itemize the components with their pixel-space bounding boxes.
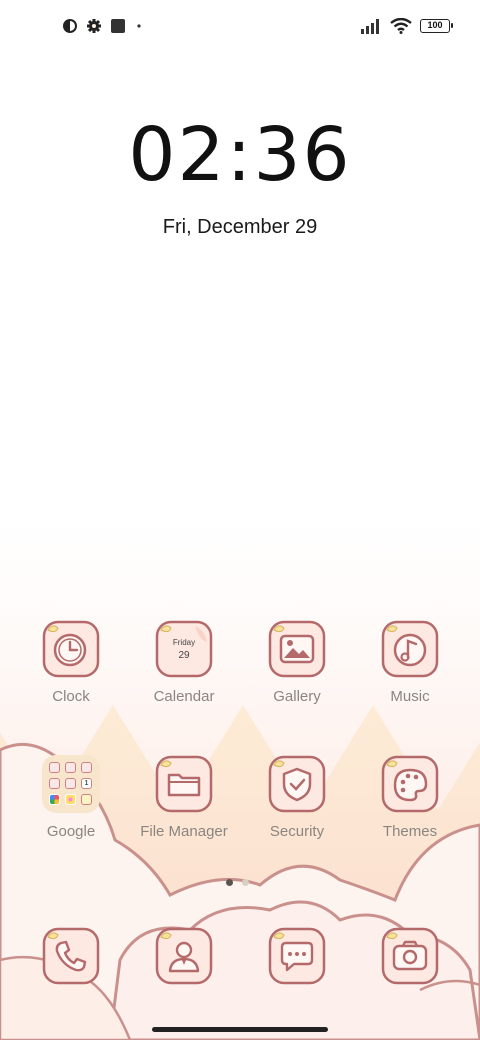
folder-icon bbox=[155, 755, 213, 813]
app-label: Clock bbox=[52, 688, 90, 705]
music-icon bbox=[381, 620, 439, 678]
dot-icon bbox=[137, 24, 141, 28]
camera-icon bbox=[381, 927, 439, 985]
wifi-icon bbox=[390, 18, 412, 34]
app-label: Music bbox=[390, 688, 430, 705]
settings-icon bbox=[87, 19, 101, 33]
app-music[interactable]: Music bbox=[354, 620, 466, 740]
calendar-icon: Friday 29 bbox=[155, 620, 213, 678]
calendar-day-name: Friday bbox=[173, 638, 195, 647]
battery-icon: 100 bbox=[420, 19, 453, 33]
clock-time[interactable]: 02:36 bbox=[0, 112, 480, 198]
dock-messages[interactable] bbox=[241, 927, 353, 993]
app-calendar[interactable]: Friday 29 Calendar bbox=[128, 620, 240, 740]
contacts-icon bbox=[155, 927, 213, 985]
app-themes[interactable]: Themes bbox=[354, 755, 466, 875]
app-label: Gallery bbox=[273, 688, 321, 705]
mini-app-icon bbox=[65, 778, 76, 789]
mini-app-icon: 1 bbox=[81, 778, 92, 789]
theme-icon bbox=[63, 19, 77, 33]
app-label: Calendar bbox=[153, 688, 215, 705]
app-security[interactable]: Security bbox=[241, 755, 353, 875]
app-label: Security bbox=[269, 823, 325, 840]
app-gallery[interactable]: Gallery bbox=[241, 620, 353, 740]
mini-app-icon bbox=[65, 794, 76, 805]
clock-icon bbox=[42, 620, 100, 678]
palette-icon bbox=[381, 755, 439, 813]
dock-contacts[interactable] bbox=[128, 927, 240, 993]
gallery-icon bbox=[268, 620, 326, 678]
app-label: File Manager bbox=[140, 823, 228, 840]
gesture-nav-handle[interactable] bbox=[152, 1027, 328, 1032]
app-label: Themes bbox=[382, 823, 438, 840]
folder-google[interactable]: 1 Google bbox=[15, 755, 127, 875]
mini-app-icon bbox=[49, 778, 60, 789]
mini-app-icon bbox=[81, 794, 92, 805]
app-file-manager[interactable]: File Manager bbox=[128, 755, 240, 875]
mini-app-icon bbox=[65, 762, 76, 773]
messages-icon bbox=[268, 927, 326, 985]
clock-date[interactable]: Fri, December 29 bbox=[0, 216, 480, 239]
status-bar: 100 bbox=[0, 0, 480, 56]
app-label: Google bbox=[46, 823, 96, 840]
calendar-day-number: 29 bbox=[178, 650, 190, 661]
signal-icon bbox=[361, 19, 379, 34]
mini-app-icon bbox=[49, 762, 60, 773]
stop-square-icon bbox=[111, 19, 125, 33]
dock-phone[interactable] bbox=[15, 927, 127, 993]
mini-app-badge: 1 bbox=[84, 780, 89, 787]
page-dot-active bbox=[226, 879, 233, 886]
phone-icon bbox=[42, 927, 100, 985]
dock-camera[interactable] bbox=[354, 927, 466, 993]
page-dot bbox=[242, 879, 249, 886]
page-indicator[interactable] bbox=[226, 879, 249, 886]
status-right: 100 bbox=[360, 18, 453, 34]
status-left bbox=[62, 18, 144, 34]
shield-icon bbox=[268, 755, 326, 813]
folder-icon: 1 bbox=[42, 755, 100, 813]
mini-app-icon bbox=[81, 762, 92, 773]
mini-app-icon bbox=[49, 794, 60, 805]
app-clock[interactable]: Clock bbox=[15, 620, 127, 740]
